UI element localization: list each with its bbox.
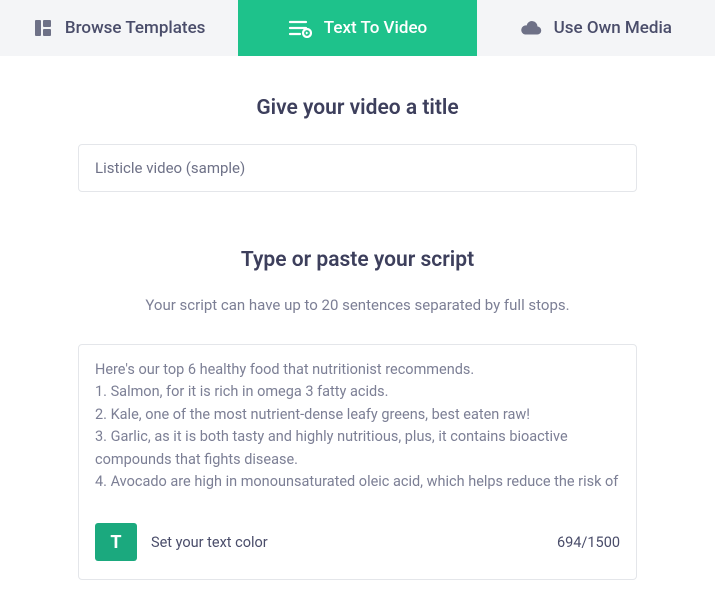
script-subtitle: Your script can have up to 20 sentences … <box>78 296 637 314</box>
tab-label: Text To Video <box>324 18 427 38</box>
script-footer-row: T Set your text color 694/1500 <box>79 509 636 579</box>
tab-label: Browse Templates <box>65 18 206 38</box>
video-title-input[interactable] <box>78 144 637 192</box>
script-box: Here's our top 6 healthy food that nutri… <box>78 344 637 580</box>
script-textarea-wrap: Here's our top 6 healthy food that nutri… <box>79 345 636 509</box>
script-section: Type or paste your script Your script ca… <box>78 248 637 580</box>
script-textarea[interactable]: Here's our top 6 healthy food that nutri… <box>95 359 630 491</box>
text-color-label: Set your text color <box>151 534 543 551</box>
tabs-bar: Browse Templates Text To Video Use Own M… <box>0 0 715 56</box>
script-heading: Type or paste your script <box>78 248 637 272</box>
main-content: Give your video a title Type or paste yo… <box>0 56 715 580</box>
tab-label: Use Own Media <box>554 18 672 38</box>
cloud-upload-icon <box>520 20 542 36</box>
text-color-swatch[interactable]: T <box>95 523 137 561</box>
text-to-video-icon <box>288 18 312 38</box>
tab-use-own-media[interactable]: Use Own Media <box>477 0 715 56</box>
text-color-letter: T <box>110 532 121 553</box>
tab-text-to-video[interactable]: Text To Video <box>238 0 476 56</box>
title-heading: Give your video a title <box>78 96 637 120</box>
templates-icon <box>33 18 53 38</box>
char-count: 694/1500 <box>557 534 620 551</box>
tab-browse-templates[interactable]: Browse Templates <box>0 0 238 56</box>
